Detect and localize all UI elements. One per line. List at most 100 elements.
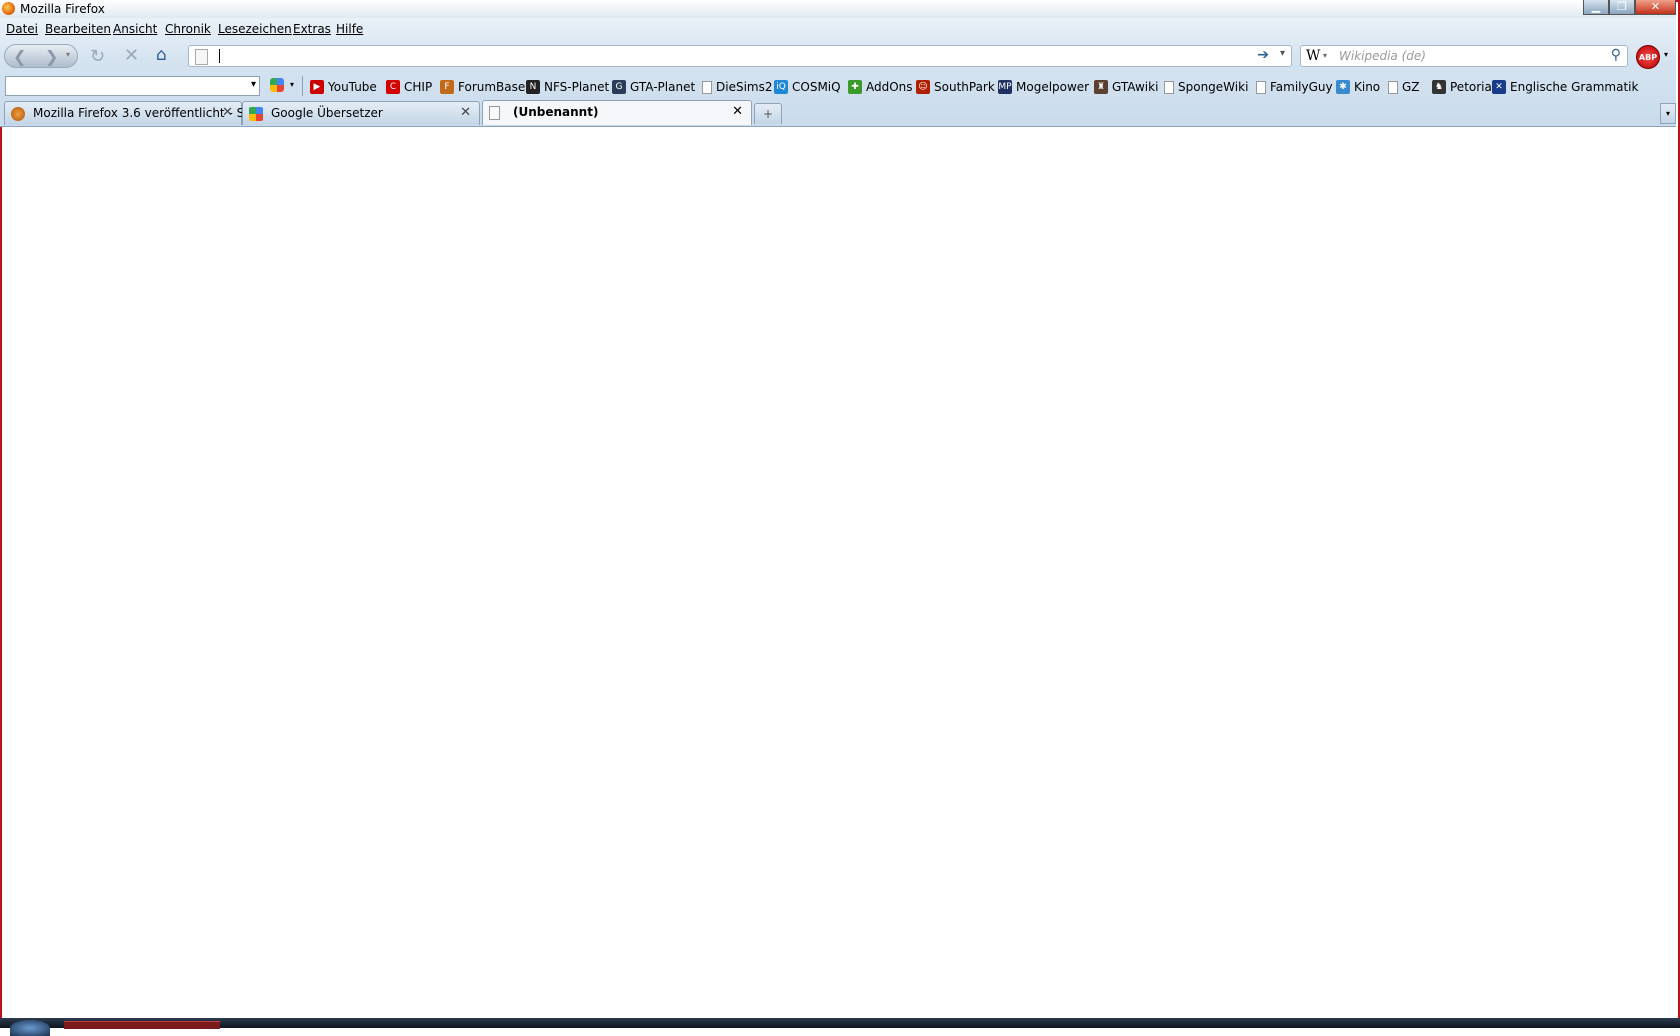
uk-flag-icon: ✕ — [1492, 80, 1506, 94]
page-icon — [195, 49, 208, 65]
url-dropdown-icon[interactable]: ▾ — [1280, 48, 1285, 59]
minimize-button[interactable]: ▁ — [1583, 0, 1609, 15]
tab-firefox-release[interactable]: Mozilla Firefox 3.6 veröffentlicht - S..… — [4, 101, 256, 125]
tab-google-translate[interactable]: Google Übersetzer ✕ — [242, 101, 480, 125]
menu-extras[interactable]: Extras — [293, 22, 331, 36]
bookmark-chip[interactable]: C CHIP — [386, 78, 432, 96]
bookmark-label: GTA-Planet — [630, 80, 696, 94]
bookmark-gz[interactable]: GZ — [1388, 78, 1420, 96]
go-arrow-icon[interactable]: ➔ — [1257, 47, 1269, 63]
google-toolbar-search-input[interactable]: ▾ — [5, 76, 260, 96]
bookmark-nfs-planet[interactable]: N NFS-Planet — [526, 78, 609, 96]
page-icon — [1256, 80, 1266, 94]
mogelpower-icon: MP — [998, 80, 1012, 94]
abp-dropdown-icon[interactable]: ▾ — [1664, 50, 1668, 59]
kino-icon: ✱ — [1336, 80, 1350, 94]
home-icon[interactable]: ⌂ — [156, 45, 167, 65]
bookmark-forumbase[interactable]: F ForumBase — [440, 78, 525, 96]
bookmark-familyguy[interactable]: FamilyGuy — [1256, 78, 1333, 96]
history-dropdown-icon[interactable]: ▾ — [66, 50, 70, 59]
bookmark-label: AddOns — [866, 80, 913, 94]
window-title: Mozilla Firefox — [20, 2, 105, 16]
adblock-plus-button[interactable]: ABP — [1636, 45, 1660, 69]
bookmark-label: Mogelpower — [1016, 80, 1090, 94]
bookmark-addons[interactable]: ✚ AddOns — [848, 78, 913, 96]
close-window-button[interactable]: ✕ — [1635, 0, 1676, 15]
google-icon[interactable] — [270, 78, 284, 92]
forward-icon[interactable]: ❯ — [45, 47, 58, 66]
google-dropdown-icon[interactable]: ▾ — [290, 80, 294, 89]
bookmark-label: ForumBase — [458, 80, 526, 94]
google-icon — [249, 107, 263, 121]
close-tab-icon[interactable]: ✕ — [732, 104, 743, 119]
bookmark-southpark[interactable]: ☺ SouthPark — [916, 78, 995, 96]
menu-bearbeiten[interactable]: Bearbeiten — [45, 22, 111, 36]
petoria-icon: ♞ — [1432, 80, 1446, 94]
start-button[interactable] — [10, 1020, 50, 1036]
bookmark-youtube[interactable]: ▶ YouTube — [310, 78, 377, 96]
maximize-button[interactable]: ❐ — [1609, 0, 1635, 15]
tab-label: (Unbenannt) — [513, 105, 599, 119]
page-content[interactable] — [2, 127, 1676, 1017]
search-placeholder: Wikipedia (de) — [1339, 49, 1426, 63]
bookmark-label: SpongeWiki — [1178, 80, 1249, 94]
page-icon — [1164, 80, 1174, 94]
search-icon[interactable]: ⚲ — [1611, 47, 1621, 63]
chevron-down-icon[interactable]: ▾ — [251, 79, 256, 90]
bookmark-label: Kino — [1354, 80, 1381, 94]
reload-icon[interactable]: ↻ — [90, 46, 105, 67]
url-bar[interactable]: ➔ ▾ — [188, 45, 1292, 67]
new-tab-button[interactable]: + — [754, 103, 782, 124]
bookmark-label: FamilyGuy — [1270, 80, 1333, 94]
bookmark-label: SouthPark — [934, 80, 995, 94]
southpark-icon: ☺ — [916, 80, 930, 94]
menu-hilfe[interactable]: Hilfe — [336, 22, 363, 36]
chip-icon: C — [386, 80, 400, 94]
bookmark-mogelpower[interactable]: MP Mogelpower — [998, 78, 1089, 96]
bookmark-label: COSMiQ — [792, 80, 841, 94]
page-icon — [1388, 80, 1398, 94]
bookmark-petoria[interactable]: ♞ Petoria — [1432, 78, 1492, 96]
list-all-tabs-button[interactable]: ▾ — [1660, 103, 1676, 124]
bookmark-label: Englische Grammatik — [1510, 80, 1639, 94]
bookmark-label: DieSims2 — [716, 80, 773, 94]
bookmark-spongewiki[interactable]: SpongeWiki — [1164, 78, 1248, 96]
wikipedia-engine-icon[interactable]: W — [1306, 48, 1320, 64]
toolbar-separator — [302, 76, 303, 96]
gta-planet-icon: G — [612, 80, 626, 94]
forumbase-icon — [11, 107, 25, 121]
close-tab-icon[interactable]: ✕ — [222, 105, 233, 120]
page-icon — [489, 106, 500, 120]
nfs-planet-icon: N — [526, 80, 540, 94]
menu-ansicht[interactable]: Ansicht — [113, 22, 157, 36]
menu-chronik[interactable]: Chronik — [165, 22, 211, 36]
bookmark-cosmiq[interactable]: iQ COSMiQ — [774, 78, 841, 96]
forumbase-icon: F — [440, 80, 454, 94]
menu-lesezeichen[interactable]: Lesezeichen — [218, 22, 292, 36]
bookmark-label: CHIP — [404, 80, 433, 94]
addons-icon: ✚ — [848, 80, 862, 94]
bookmark-gta-planet[interactable]: G GTA-Planet — [612, 78, 695, 96]
gtawiki-icon: ♜ — [1094, 80, 1108, 94]
bookmark-englische-grammatik[interactable]: ✕ Englische Grammatik — [1492, 78, 1638, 96]
bookmark-diesims2[interactable]: DieSims2 — [702, 78, 772, 96]
taskbar — [0, 1018, 1680, 1036]
close-tab-icon[interactable]: ✕ — [460, 105, 471, 120]
bookmark-label: GTAwiki — [1112, 80, 1159, 94]
cosmiq-icon: iQ — [774, 80, 788, 94]
stop-icon[interactable]: ✕ — [124, 45, 139, 66]
bookmark-gtawiki[interactable]: ♜ GTAwiki — [1094, 78, 1158, 96]
menu-datei[interactable]: Datei — [6, 22, 38, 36]
back-icon[interactable]: ❮ — [13, 47, 26, 66]
bookmark-kino[interactable]: ✱ Kino — [1336, 78, 1380, 96]
engine-dropdown-icon[interactable]: ▾ — [1323, 51, 1327, 60]
bookmark-label: GZ — [1402, 80, 1420, 94]
youtube-icon: ▶ — [310, 80, 324, 94]
bookmark-label: NFS-Planet — [544, 80, 610, 94]
search-bar[interactable]: W ▾ Wikipedia (de) ⚲ — [1300, 45, 1628, 67]
tab-label: Google Übersetzer — [271, 106, 383, 120]
page-icon — [702, 80, 712, 94]
title-bar: Mozilla Firefox — [0, 0, 1676, 18]
bookmark-label: Petoria — [1450, 80, 1492, 94]
tab-untitled[interactable]: (Unbenannt) ✕ — [482, 100, 752, 125]
